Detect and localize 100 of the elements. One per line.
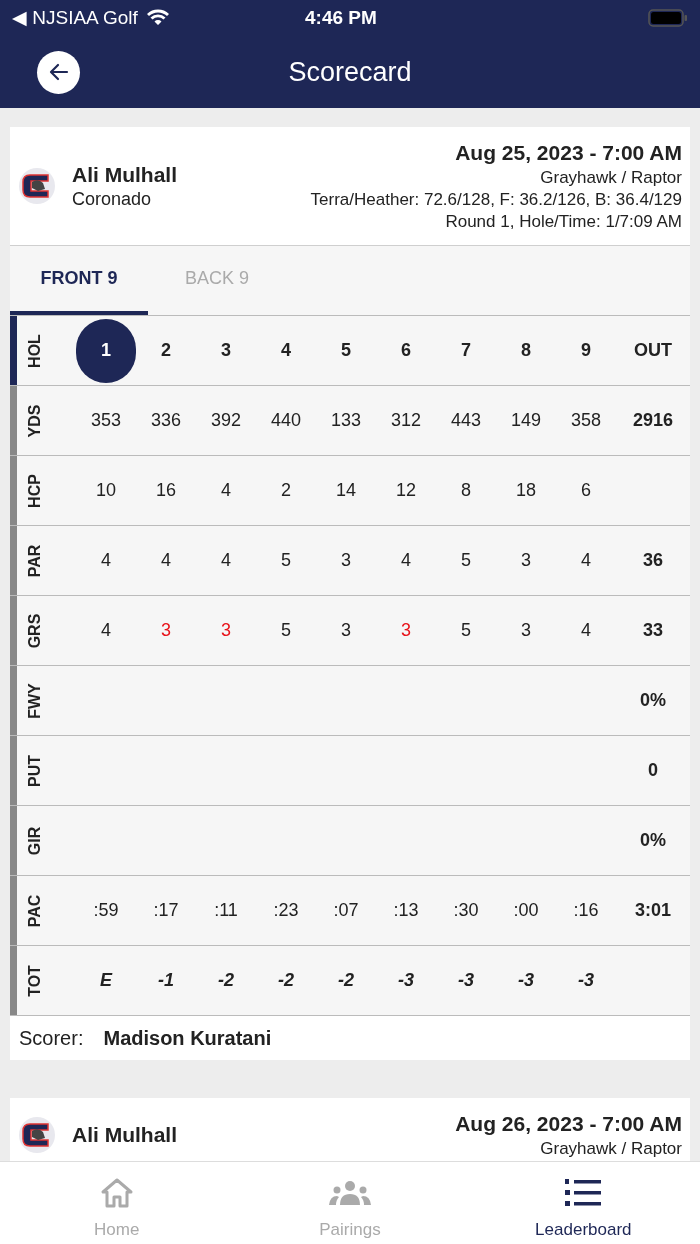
- table-cell-text: 8: [461, 479, 471, 502]
- table-cell-text: :17: [153, 899, 179, 922]
- table-cell-text: :13: [393, 899, 419, 922]
- table-cell-text: 18: [516, 479, 536, 502]
- table-cell-text: 336: [150, 409, 181, 432]
- round-date: Aug 25, 2023 - 7:00 AM: [455, 140, 682, 166]
- score-cell-text: 3: [221, 619, 231, 642]
- total-cell-text: 33: [643, 619, 663, 642]
- table-cell-text: 3: [341, 549, 351, 572]
- table-cell-text: -2: [278, 969, 294, 992]
- course-name: Grayhawk / Raptor: [540, 167, 682, 189]
- round-date: Aug 26, 2023 - 7:00 AM: [455, 1111, 682, 1137]
- row-label: PUT: [25, 754, 44, 787]
- tab-bar-item[interactable]: Leaderboard: [466, 1162, 700, 1244]
- hole-number[interactable]: 8: [521, 337, 531, 364]
- hole-number[interactable]: 6: [401, 337, 411, 364]
- score-cell-text: 3: [401, 619, 411, 642]
- row-label: GRS: [25, 613, 44, 648]
- table-cell-text: 133: [330, 409, 361, 432]
- back-button[interactable]: [37, 50, 80, 94]
- table-cell-text: -1: [158, 969, 174, 992]
- score-cell-text: 4: [101, 619, 111, 642]
- course-name: Grayhawk / Raptor: [540, 1138, 682, 1160]
- total-cell-text: 0%: [640, 689, 666, 712]
- hole-number[interactable]: 1: [76, 318, 136, 383]
- row-label: HOL: [25, 333, 44, 368]
- table-cell-text: 4: [221, 479, 231, 502]
- table-cell-text: 5: [281, 549, 291, 572]
- table-cell-text: -3: [518, 969, 534, 992]
- table-cell-text: 440: [270, 409, 301, 432]
- table-cell-text: :59: [93, 899, 119, 922]
- hole-number[interactable]: 9: [581, 337, 591, 364]
- row-label: HCP: [25, 473, 44, 508]
- table-cell-text: 4: [161, 549, 171, 572]
- hole-number[interactable]: 5: [341, 337, 351, 364]
- scorer-name: Madison Kuratani: [103, 1026, 272, 1051]
- tee-ratings: Terra/Heather: 72.6/128, F: 36.2/126, B: 36.4/129: [310, 189, 682, 211]
- page-title: Scorecard: [288, 55, 412, 89]
- status-time: 4:46 PM: [305, 5, 377, 30]
- table-cell-text: -2: [218, 969, 234, 992]
- table-cell-text: 392: [210, 409, 241, 432]
- table-cell-text: 4: [581, 549, 591, 572]
- school-name: Coronado: [72, 188, 153, 210]
- table-cell-text: :07: [333, 899, 359, 922]
- table-cell-text: :16: [573, 899, 599, 922]
- ranked-list-icon: [564, 1177, 603, 1209]
- back-to-app-link[interactable]: ◀ NJSIAA Golf: [12, 3, 138, 33]
- table-cell-text: :00: [513, 899, 539, 922]
- table-cell-text: 14: [336, 479, 356, 502]
- player-name: Ali Mulhall: [72, 162, 178, 188]
- table-cell-text: 353: [90, 409, 121, 432]
- table-cell-text: :30: [453, 899, 479, 922]
- table-cell-text: 12: [396, 479, 416, 502]
- table-cell-text: 10: [96, 479, 116, 502]
- table-cell-text: -2: [338, 969, 354, 992]
- table-cell-text: -3: [578, 969, 594, 992]
- row-label: FWY: [25, 682, 44, 719]
- table-cell-text: 6: [581, 479, 591, 502]
- table-cell-text: :23: [273, 899, 299, 922]
- score-cell-text: 3: [161, 619, 171, 642]
- table-cell-text: 2: [281, 479, 291, 502]
- table-cell-text: 4: [101, 549, 111, 572]
- score-cell-text: 3: [341, 619, 351, 642]
- table-cell-text: -3: [458, 969, 474, 992]
- total-cell-text: 0%: [640, 829, 666, 852]
- row-label: PAC: [25, 894, 44, 927]
- total-cell-text: OUT: [634, 339, 672, 362]
- table-cell-text: :11: [214, 899, 238, 922]
- table-cell-text: 4: [221, 549, 231, 572]
- score-cell-text: 3: [521, 619, 531, 642]
- hole-number[interactable]: 2: [161, 337, 171, 364]
- scorer-label: Scorer:: [19, 1026, 84, 1051]
- row-label: YDS: [25, 404, 44, 437]
- row-label: TOT: [25, 964, 44, 997]
- total-cell-text: 2916: [632, 409, 673, 432]
- table-cell-text: 312: [390, 409, 421, 432]
- table-cell-text: E: [100, 969, 112, 992]
- table-cell-text: 443: [450, 409, 481, 432]
- team-logo-icon: [18, 1116, 56, 1154]
- score-cell-text: 5: [461, 619, 471, 642]
- score-cell-text: 4: [581, 619, 591, 642]
- hole-number[interactable]: 7: [461, 337, 471, 364]
- total-cell-text: 0: [648, 759, 658, 782]
- hole-number[interactable]: 3: [221, 337, 231, 364]
- table-cell-text: 149: [510, 409, 541, 432]
- score-cell-text: 5: [281, 619, 291, 642]
- team-logo-icon: [18, 167, 56, 205]
- hole-number[interactable]: 4: [281, 337, 291, 364]
- player-name: Ali Mulhall: [72, 1122, 178, 1148]
- table-cell-text: -3: [398, 969, 414, 992]
- round-info: Round 1, Hole/Time: 1/7:09 AM: [445, 211, 682, 233]
- table-cell-text: 5: [461, 549, 471, 572]
- row-label: GIR: [25, 826, 44, 855]
- back-arrow-icon: [47, 61, 70, 83]
- table-cell-text: 358: [570, 409, 601, 432]
- table-cell-text: 4: [401, 549, 411, 572]
- total-cell-text: 3:01: [635, 899, 671, 922]
- wifi-icon: [145, 9, 170, 27]
- home-icon: [99, 1177, 134, 1209]
- people-icon: [328, 1179, 372, 1207]
